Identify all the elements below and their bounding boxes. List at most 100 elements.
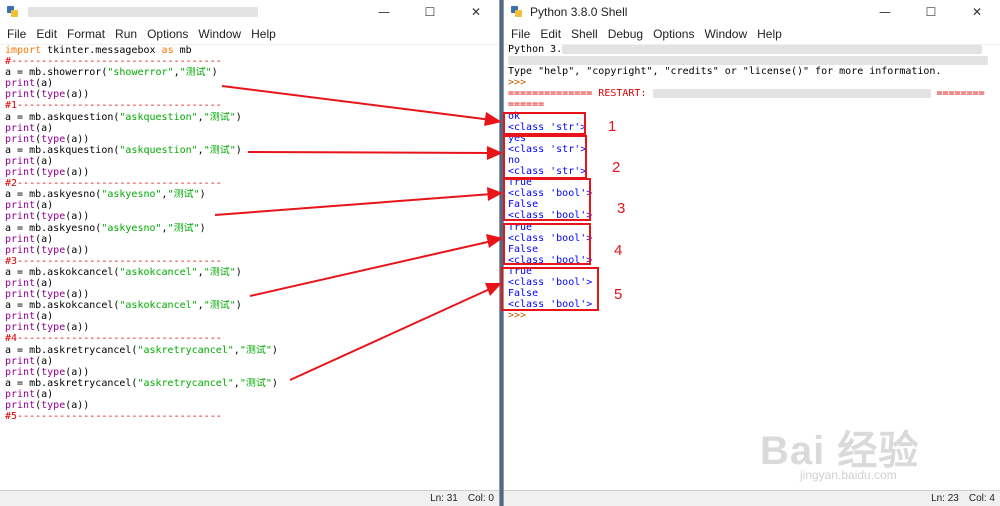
editor-code-line: a = mb.askyesno("askyesno","测试") xyxy=(5,223,499,234)
shell-menu-options[interactable]: Options xyxy=(648,23,699,45)
code-token: "askretrycancel" xyxy=(137,344,234,356)
code-token: (a)) xyxy=(65,366,90,378)
editor-code-area[interactable]: import tkinter.messagebox as mb #--------… xyxy=(5,45,499,422)
code-token: "测试" xyxy=(203,111,236,123)
code-token: (a) xyxy=(35,155,54,167)
code-token: print xyxy=(5,211,36,223)
editor-maximize-button[interactable]: ☐ xyxy=(407,0,453,23)
shell-maximize-button[interactable]: ☐ xyxy=(908,0,954,23)
shell-version-redacted xyxy=(562,44,983,54)
editor-code-line: print(a) xyxy=(5,234,499,245)
shell-menu-file[interactable]: File xyxy=(506,23,535,45)
editor-minimize-button[interactable]: — xyxy=(361,0,407,23)
editor-code-line: print(type(a)) xyxy=(5,322,499,333)
code-token: #2---------------------------------- xyxy=(5,178,222,190)
shell-menu-debug[interactable]: Debug xyxy=(603,23,648,45)
code-token: a = mb.showerror( xyxy=(5,67,108,79)
editor-menu-run[interactable]: Run xyxy=(110,23,142,45)
code-token: (a)) xyxy=(65,244,90,256)
code-token: Python 3. xyxy=(508,44,563,55)
editor-close-button[interactable]: ✕ xyxy=(453,0,499,23)
shell-menu-edit[interactable]: Edit xyxy=(535,23,566,45)
annotation-number-5: 5 xyxy=(614,286,623,303)
shell-titlebar[interactable]: Python 3.8.0 Shell — ☐ ✕ xyxy=(504,0,1000,23)
editor-code-line: print(a) xyxy=(5,311,499,322)
code-token: a = mb.askretrycancel( xyxy=(5,344,138,356)
code-token: #3---------------------------------- xyxy=(5,255,222,267)
editor-menu-options[interactable]: Options xyxy=(142,23,193,45)
shell-status-col: Col: 4 xyxy=(968,493,995,504)
code-token: type xyxy=(41,167,66,179)
shell-menu-help[interactable]: Help xyxy=(752,23,787,45)
editor-code-line: #----------------------------------- xyxy=(5,56,499,67)
editor-title-redacted xyxy=(28,6,258,17)
code-token: type xyxy=(41,322,66,334)
editor-menu-edit[interactable]: Edit xyxy=(31,23,62,45)
editor-menu-help[interactable]: Help xyxy=(246,23,281,45)
shell-output-line: ====== xyxy=(508,99,1000,110)
shell-output-line xyxy=(508,55,1000,66)
editor-code-line: #2---------------------------------- xyxy=(5,178,499,189)
editor-menu-format[interactable]: Format xyxy=(62,23,110,45)
code-token: "askquestion" xyxy=(119,111,198,123)
code-token: (a)) xyxy=(65,400,90,411)
code-token: (a) xyxy=(35,200,54,212)
annotation-number-4: 4 xyxy=(614,242,623,259)
code-token: (a) xyxy=(35,233,54,245)
editor-titlebar[interactable]: — ☐ ✕ xyxy=(0,0,499,23)
shell-menu-shell[interactable]: Shell xyxy=(566,23,603,45)
code-token: ) xyxy=(211,67,218,79)
code-token: print xyxy=(5,155,36,167)
editor-code-line: a = mb.askretrycancel("askretrycancel","… xyxy=(5,378,499,389)
annotation-box-2 xyxy=(503,135,587,179)
shell-close-button[interactable]: ✕ xyxy=(954,0,1000,23)
code-token: (a)) xyxy=(65,167,90,179)
annotation-box-3 xyxy=(503,178,591,221)
code-token: print xyxy=(5,200,36,212)
code-token: >>> xyxy=(508,77,527,89)
shell-restart-path-redacted xyxy=(652,88,931,98)
code-token: (a) xyxy=(35,388,54,400)
shell-output-line: Python 3. xyxy=(508,44,1000,55)
code-token: print xyxy=(5,89,36,101)
shell-status-line: Ln: 23 xyxy=(931,493,959,504)
code-token: ============== RESTART: xyxy=(508,88,653,100)
shell-menubar: File Edit Shell Debug Options Window Help xyxy=(504,23,1000,45)
shell-minimize-button[interactable]: — xyxy=(862,0,908,23)
editor-code-line: print(type(a)) xyxy=(5,289,499,300)
code-token: ) xyxy=(199,222,206,234)
editor-code-line: print(a) xyxy=(5,123,499,134)
code-token: print xyxy=(5,400,36,411)
code-token: >>> xyxy=(508,310,527,322)
editor-code-line: print(a) xyxy=(5,278,499,289)
code-token: print xyxy=(5,233,36,245)
watermark-url: jingyan.baidu.com xyxy=(800,468,897,482)
code-token: "测试" xyxy=(167,189,200,201)
code-token: "测试" xyxy=(203,266,236,278)
code-token: mb xyxy=(173,45,192,56)
code-token: print xyxy=(5,167,36,179)
code-token: ) xyxy=(235,300,242,312)
code-token: (a) xyxy=(35,311,54,323)
editor-code-line: print(a) xyxy=(5,356,499,367)
code-token: print xyxy=(5,388,36,400)
editor-code-line: a = mb.askyesno("askyesno","测试") xyxy=(5,189,499,200)
editor-code-line: print(type(a)) xyxy=(5,211,499,222)
editor-menu-window[interactable]: Window xyxy=(193,23,246,45)
editor-code-line: print(a) xyxy=(5,389,499,400)
code-token: type xyxy=(41,89,66,101)
code-token: print xyxy=(5,366,36,378)
code-token: "showerror" xyxy=(107,67,174,79)
editor-menu-file[interactable]: File xyxy=(2,23,31,45)
code-token: (a)) xyxy=(65,133,90,145)
code-token: ) xyxy=(199,189,206,201)
code-token: "askokcancel" xyxy=(119,300,198,312)
shell-output-line: >>> xyxy=(508,310,1000,321)
editor-code-line: print(type(a)) xyxy=(5,367,499,378)
code-token: print xyxy=(5,322,36,334)
code-token: (a)) xyxy=(65,211,90,223)
code-token: ) xyxy=(235,144,242,156)
code-token: a = mb.askquestion( xyxy=(5,144,120,156)
code-token: "测试" xyxy=(167,222,200,234)
shell-menu-window[interactable]: Window xyxy=(699,23,752,45)
